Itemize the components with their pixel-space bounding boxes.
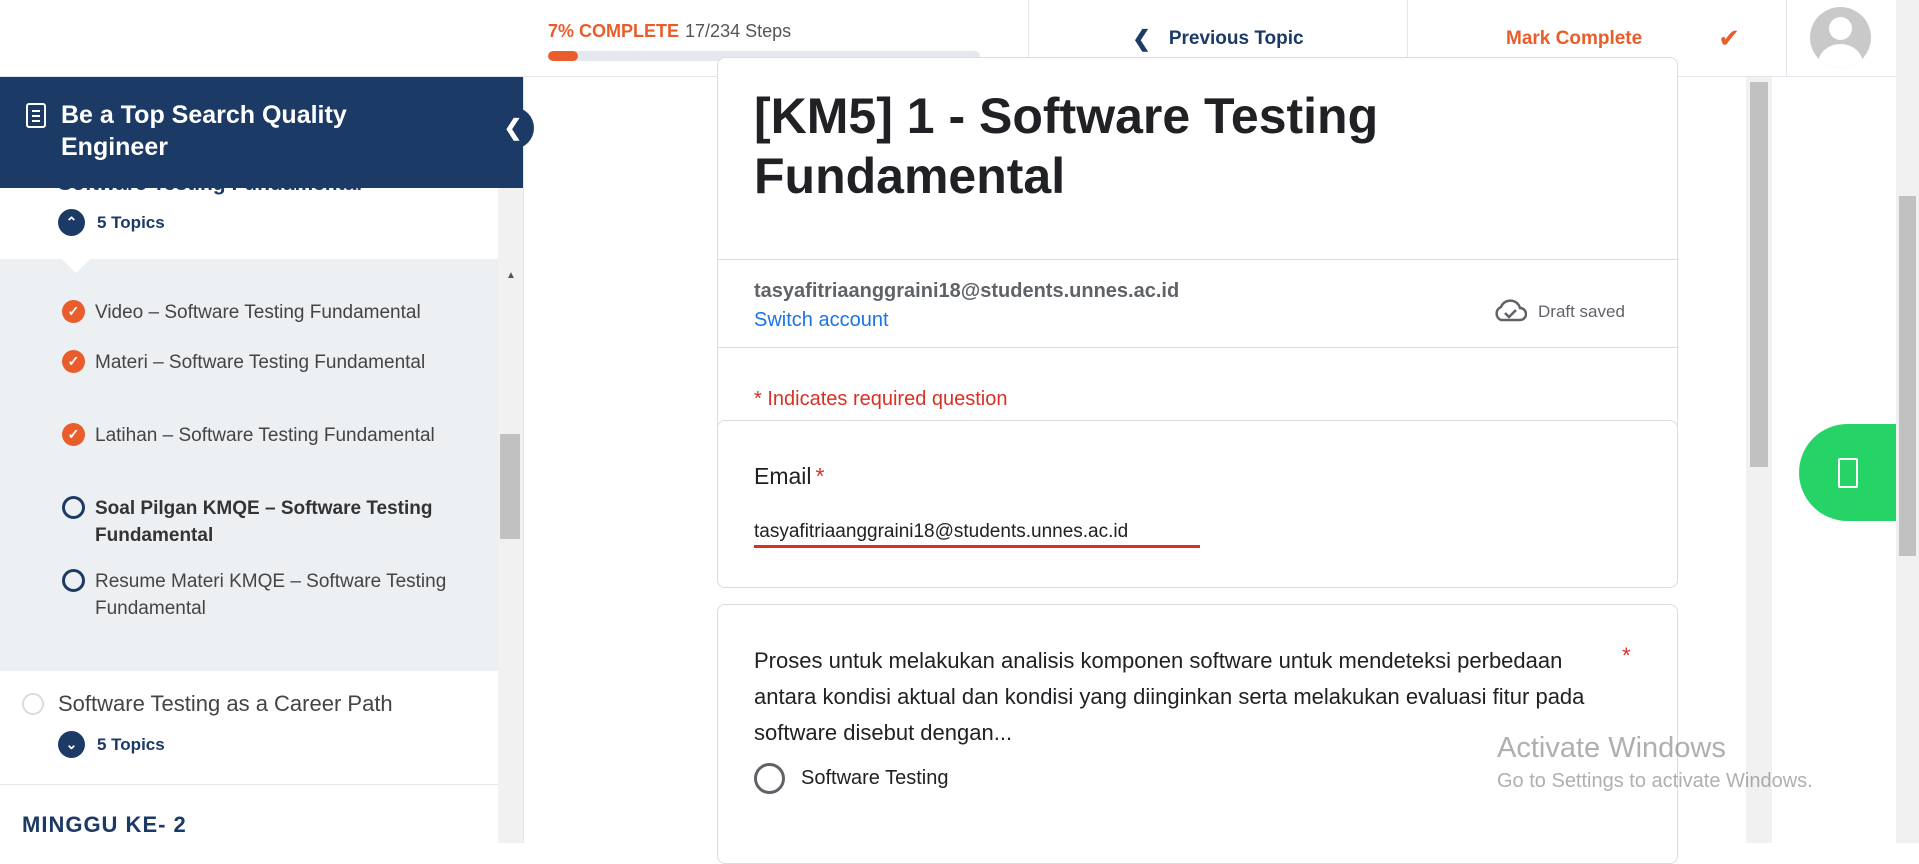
topic-list-notch (62, 259, 90, 273)
collapse-sidebar-button[interactable]: ❮ (492, 107, 534, 149)
avatar-icon (1829, 17, 1852, 40)
topic-label: Video – Software Testing Fundamental (95, 302, 421, 323)
page-scrollbar[interactable] (1896, 0, 1919, 843)
scrollbar-thumb[interactable] (1899, 196, 1916, 556)
topic-item[interactable]: ✓ Materi – Software Testing Fundamental (62, 349, 462, 376)
check-icon: ✓ (62, 423, 85, 446)
topic-label: Resume Materi KMQE – Software Testing Fu… (95, 571, 447, 619)
form-header-card: [KM5] 1 - Software Testing Fundamental t… (717, 57, 1679, 477)
whatsapp-icon (1837, 457, 1858, 488)
radio-button[interactable] (754, 763, 785, 794)
topic-item[interactable]: ✓ Latihan – Software Testing Fundamental (62, 422, 462, 449)
required-asterisk: * (1622, 643, 1631, 668)
chevron-down-icon: ⌄ (58, 731, 85, 758)
course-header: Be a Top Search Quality Engineer (0, 77, 523, 188)
email-question-card: Email * (717, 420, 1678, 588)
option-label: Software Testing (801, 767, 949, 789)
lesson-topics-toggle[interactable]: ⌄ 5 Topics (58, 731, 165, 758)
whatsapp-chat-button[interactable] (1799, 424, 1896, 521)
header-divider (1786, 0, 1787, 77)
check-icon: ✔ (1718, 23, 1740, 53)
form-title: [KM5] 1 - Software Testing Fundamental (754, 88, 1379, 204)
section-heading[interactable]: MINGGU KE- 2 (22, 812, 187, 838)
scrollbar-thumb[interactable] (500, 434, 520, 539)
divider (718, 259, 1679, 260)
form-scrollbar[interactable] (1746, 77, 1772, 843)
divider (0, 784, 498, 785)
email-field[interactable] (754, 518, 1200, 548)
avatar-body (1818, 44, 1863, 68)
chevron-left-icon: ❮ (1132, 25, 1151, 51)
sidebar-scrollbar[interactable]: ▲ ▼ (498, 188, 523, 843)
draft-status: Draft saved (1538, 302, 1625, 321)
circle-icon (62, 569, 85, 592)
mark-complete-label: Mark Complete (1506, 27, 1643, 49)
chevron-left-icon: ❮ (503, 115, 523, 140)
required-note: * Indicates required question (754, 388, 1008, 410)
course-progress: 7% COMPLETE 17/234 Steps (548, 20, 980, 61)
topic-label: Latihan – Software Testing Fundamental (95, 425, 435, 446)
divider (718, 347, 1679, 348)
course-title: Be a Top Search Quality Engineer (61, 101, 347, 161)
watermark-subtitle: Go to Settings to activate Windows. (1497, 770, 1813, 792)
lesson-title: Software Testing as a Career Path (58, 691, 393, 716)
chevron-up-icon: ⌃ (58, 209, 85, 236)
topic-item[interactable]: Resume Materi KMQE – Software Testing Fu… (62, 568, 462, 622)
topic-label: Materi – Software Testing Fundamental (95, 352, 426, 373)
question-text: Proses untuk melakukan analisis komponen… (754, 648, 1585, 745)
scroll-up-icon[interactable]: ▲ (506, 270, 516, 281)
course-sidebar: Be a Top Search Quality Engineer Softwar… (0, 77, 524, 843)
windows-activation-watermark: Activate Windows Go to Settings to activ… (1497, 730, 1813, 796)
lesson-item[interactable]: Software Testing as a Career Path (22, 691, 393, 717)
topics-count: 5 Topics (97, 734, 165, 754)
watermark-title: Activate Windows (1497, 732, 1726, 764)
circle-icon (22, 693, 44, 715)
progress-percent: 7% COMPLETE (548, 21, 680, 41)
current-lesson-topics-toggle[interactable]: ⌃ 5 Topics (58, 209, 165, 236)
progress-bar-fill (548, 51, 579, 61)
answer-option[interactable]: Software Testing (754, 763, 949, 794)
cloud-check-icon (1495, 299, 1527, 322)
topic-label: Soal Pilgan KMQE – Software Testing Fund… (95, 498, 433, 546)
email-label-text: Email (754, 463, 812, 489)
required-asterisk: * (815, 463, 825, 489)
progress-text: 7% COMPLETE 17/234 Steps (548, 20, 980, 42)
avatar[interactable] (1810, 7, 1871, 68)
switch-account-link[interactable]: Switch account (754, 309, 889, 332)
account-email: tasyafitriaanggraini18@students.unnes.ac… (754, 280, 1180, 302)
circle-icon (62, 496, 85, 519)
check-icon: ✓ (62, 300, 85, 323)
form-frame: [KM5] 1 - Software Testing Fundamental t… (524, 57, 1919, 864)
topics-count: 5 Topics (97, 212, 165, 232)
email-label: Email * (754, 463, 824, 490)
previous-topic-label: Previous Topic (1168, 27, 1304, 49)
scrollbar-thumb[interactable] (1750, 82, 1768, 467)
document-icon (26, 103, 46, 128)
check-icon: ✓ (62, 350, 85, 373)
progress-steps: 17/234 Steps (685, 21, 792, 41)
topic-item-current[interactable]: Soal Pilgan KMQE – Software Testing Fund… (62, 495, 462, 549)
topic-item[interactable]: ✓ Video – Software Testing Fundamental (62, 299, 462, 326)
